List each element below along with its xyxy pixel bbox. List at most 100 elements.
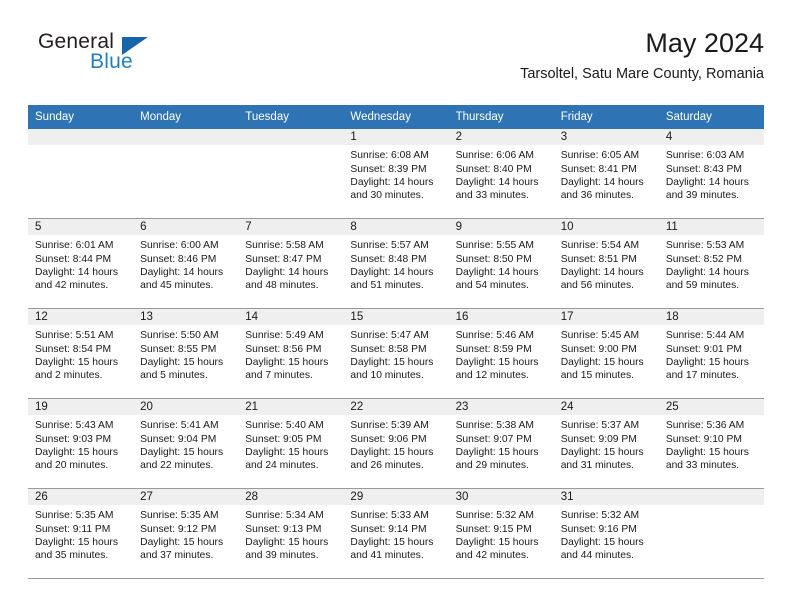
day-details: Sunrise: 5:39 AM Sunset: 9:06 PM Daylight:… [343,415,448,472]
day-number-band: 4 [658,129,764,146]
sunset-text: Sunset: 9:14 PM [350,523,427,535]
daylight-text-line2: and 31 minutes. [560,459,634,471]
sunset-text: Sunset: 9:12 PM [140,523,217,535]
day-cell-21[interactable]: 21 Sunrise: 5:40 AM Sunset: 9:05 PM Dayligh… [238,399,344,489]
day-cell-31[interactable]: 31 Sunrise: 5:32 AM Sunset: 9:16 PM Dayligh… [553,489,659,579]
day-cell-25[interactable]: 25 Sunrise: 5:36 AM Sunset: 9:10 PM Dayligh… [658,399,764,489]
weekday-header-sunday: Sunday [35,111,75,123]
day-cell-5[interactable]: 5 Sunrise: 6:01 AM Sunset: 8:44 PM Daylight… [28,219,134,309]
day-cell-17[interactable]: 17 Sunrise: 5:45 AM Sunset: 9:00 PM Dayligh… [553,309,659,399]
daylight-text-line1: Daylight: 14 hours [455,176,539,188]
day-details: Sunrise: 5:49 AM Sunset: 8:56 PM Daylight:… [238,325,343,382]
daylight-text-line2: and 37 minutes. [140,549,214,561]
day-number: 20 [140,401,153,414]
day-cell-29[interactable]: 29 Sunrise: 5:33 AM Sunset: 9:14 PM Dayligh… [343,489,449,579]
daylight-text-line1: Daylight: 15 hours [140,536,224,548]
day-cell-empty [238,129,344,219]
sunset-text: Sunset: 9:13 PM [245,523,322,535]
day-number-band: 28 [238,489,344,506]
day-details: Sunrise: 5:37 AM Sunset: 9:09 PM Daylight:… [554,415,659,472]
calendar-page: General Blue May 2024 Tarsoltel, Satu Ma… [0,0,792,612]
day-cell-18[interactable]: 18 Sunrise: 5:44 AM Sunset: 9:01 PM Dayligh… [658,309,764,399]
daylight-text-line2: and 45 minutes. [140,279,214,291]
sunrise-text: Sunrise: 6:06 AM [455,150,534,162]
day-number-band: 2 [448,129,554,146]
weekday-header-monday: Monday [140,111,182,123]
day-cell-3[interactable]: 3 Sunrise: 6:05 AM Sunset: 8:41 PM Daylight… [553,129,659,219]
day-number: 14 [245,311,259,324]
day-cell-11[interactable]: 11 Sunrise: 5:53 AM Sunset: 8:52 PM Dayligh… [658,219,764,309]
day-details: Sunrise: 5:40 AM Sunset: 9:05 PM Daylight:… [238,415,343,472]
day-cell-19[interactable]: 19 Sunrise: 5:43 AM Sunset: 9:03 PM Dayligh… [28,399,134,489]
daylight-text-line1: Daylight: 15 hours [245,536,329,548]
weekday-header-friday: Friday [560,111,593,123]
day-details: Sunrise: 5:46 AM Sunset: 8:59 PM Daylight:… [449,325,554,382]
day-cell-8[interactable]: 8 Sunrise: 5:57 AM Sunset: 8:48 PM Daylight… [343,219,449,309]
day-number-band: 20 [133,399,239,416]
day-number-band: 10 [553,219,659,236]
daylight-text-line2: and 24 minutes. [245,459,319,471]
day-cell-27[interactable]: 27 Sunrise: 5:35 AM Sunset: 9:12 PM Dayligh… [133,489,239,579]
sunrise-text: Sunrise: 6:03 AM [665,150,745,162]
day-number-band [133,129,239,146]
day-details: Sunrise: 6:08 AM Sunset: 8:39 PM Daylight:… [343,145,448,202]
sunset-text: Sunset: 9:11 PM [35,523,111,535]
day-cell-23[interactable]: 23 Sunrise: 5:38 AM Sunset: 9:07 PM Dayligh… [448,399,554,489]
day-details: Sunrise: 5:51 AM Sunset: 8:54 PM Daylight:… [28,325,133,382]
day-cell-6[interactable]: 6 Sunrise: 6:00 AM Sunset: 8:46 PM Daylight… [133,219,239,309]
day-cell-1[interactable]: 1 Sunrise: 6:08 AM Sunset: 8:39 PM Daylight… [343,129,449,219]
day-cell-30[interactable]: 30 Sunrise: 5:32 AM Sunset: 9:15 PM Dayligh… [448,489,554,579]
day-number-band: 16 [448,309,554,326]
sunrise-text: Sunrise: 5:32 AM [455,510,534,522]
day-cell-22[interactable]: 22 Sunrise: 5:39 AM Sunset: 9:06 PM Dayligh… [343,399,449,489]
daylight-text-line2: and 20 minutes. [35,459,109,471]
day-cell-16[interactable]: 16 Sunrise: 5:46 AM Sunset: 8:59 PM Dayligh… [448,309,554,399]
day-details: Sunrise: 5:38 AM Sunset: 9:07 PM Daylight:… [449,415,554,472]
day-cell-20[interactable]: 20 Sunrise: 5:41 AM Sunset: 9:04 PM Dayligh… [133,399,239,489]
day-details: Sunrise: 5:57 AM Sunset: 8:48 PM Daylight:… [343,235,448,292]
day-cell-13[interactable]: 13 Sunrise: 5:50 AM Sunset: 8:55 PM Dayligh… [133,309,239,399]
day-cell-15[interactable]: 15 Sunrise: 5:47 AM Sunset: 8:58 PM Dayligh… [343,309,449,399]
daylight-text-line2: and 17 minutes. [665,369,740,381]
sunset-text: Sunset: 8:51 PM [560,253,637,265]
daylight-text-line2: and 33 minutes. [455,189,529,201]
daylight-text-line2: and 48 minutes. [245,279,319,291]
sunset-text: Sunset: 9:16 PM [560,523,637,535]
day-number-band: 30 [448,489,554,506]
day-number: 9 [455,221,462,234]
day-cell-9[interactable]: 9 Sunrise: 5:55 AM Sunset: 8:50 PM Daylight… [448,219,554,309]
daylight-text-line1: Daylight: 14 hours [245,266,329,278]
day-cell-26[interactable]: 26 Sunrise: 5:35 AM Sunset: 9:11 PM Dayligh… [28,489,134,579]
day-cell-28[interactable]: 28 Sunrise: 5:34 AM Sunset: 9:13 PM Dayligh… [238,489,344,579]
daylight-text-line2: and 42 minutes. [35,279,109,291]
day-details: Sunrise: 5:43 AM Sunset: 9:03 PM Daylight:… [28,415,133,472]
day-details: Sunrise: 5:41 AM Sunset: 9:04 PM Daylight:… [133,415,238,472]
sunset-text: Sunset: 9:05 PM [245,433,322,445]
daylight-text-line2: and 56 minutes. [560,279,634,291]
sunrise-text: Sunrise: 5:46 AM [455,330,534,342]
day-details: Sunrise: 5:32 AM Sunset: 9:16 PM Daylight:… [554,505,659,562]
sunrise-text: Sunrise: 5:47 AM [350,330,429,342]
day-number-band [658,489,764,506]
day-cell-2[interactable]: 2 Sunrise: 6:06 AM Sunset: 8:40 PM Daylight… [448,129,554,219]
daylight-text-line2: and 5 minutes. [140,369,208,381]
day-cell-4[interactable]: 4 Sunrise: 6:03 AM Sunset: 8:43 PM Daylight… [658,129,764,219]
sunset-text: Sunset: 8:59 PM [455,343,532,355]
calendar-weeks: 1 Sunrise: 6:08 AM Sunset: 8:39 PM Daylight… [28,129,764,580]
day-number: 2 [455,131,462,144]
day-details: Sunrise: 6:05 AM Sunset: 8:41 PM Daylight:… [554,145,659,202]
day-cell-14[interactable]: 14 Sunrise: 5:49 AM Sunset: 8:56 PM Dayligh… [238,309,344,399]
day-number: 18 [665,311,679,324]
general-blue-logo[interactable]: General Blue [28,30,228,86]
day-details: Sunrise: 5:45 AM Sunset: 9:00 PM Daylight:… [554,325,659,382]
day-cell-7[interactable]: 7 Sunrise: 5:58 AM Sunset: 8:47 PM Daylight… [238,219,344,309]
day-details: Sunrise: 5:58 AM Sunset: 8:47 PM Daylight:… [238,235,343,292]
day-cell-24[interactable]: 24 Sunrise: 5:37 AM Sunset: 9:09 PM Dayligh… [553,399,659,489]
daylight-text-line1: Daylight: 14 hours [350,266,434,278]
day-number-band: 19 [28,399,134,416]
day-number: 28 [245,491,259,504]
weekday-header-row: Sunday Monday Tuesday Wednesday Thursday Frid… [28,105,764,130]
day-cell-12[interactable]: 12 Sunrise: 5:51 AM Sunset: 8:54 PM Dayligh… [28,309,134,399]
daylight-text-line1: Daylight: 15 hours [455,536,539,548]
day-cell-10[interactable]: 10 Sunrise: 5:54 AM Sunset: 8:51 PM Dayligh… [553,219,659,309]
